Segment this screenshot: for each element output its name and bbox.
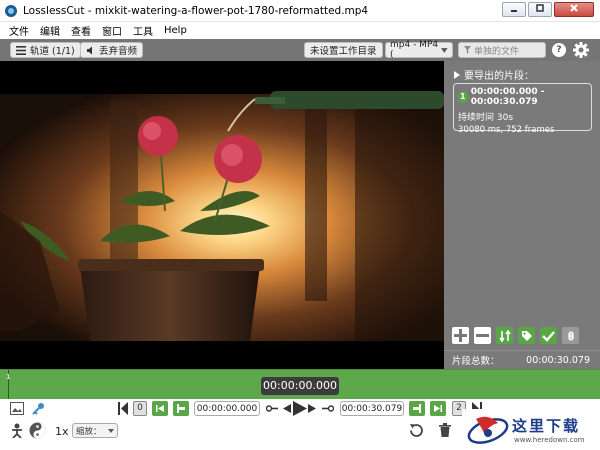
segments-header: 要导出的片段： (454, 67, 534, 82)
current-time-display: 00:00:00.000 (261, 377, 339, 395)
output-filename-input[interactable]: 单独的文件 (458, 42, 546, 58)
cut-end-time-input[interactable]: 00:00:30.079 (340, 401, 404, 416)
menu-view[interactable]: 查看 (71, 23, 91, 38)
remove-segment-button[interactable] (474, 327, 491, 344)
export-selected-button[interactable] (540, 327, 557, 344)
play-icon[interactable] (293, 401, 307, 416)
jump-cut-end-button[interactable] (430, 401, 446, 416)
watermark-text: 这里下载 (512, 417, 581, 435)
jump-cut-start-button[interactable] (152, 401, 168, 416)
close-button[interactable] (554, 2, 594, 17)
video-player[interactable] (0, 61, 444, 369)
key-icon[interactable] (32, 402, 45, 415)
segment-number-badge: 1 (458, 91, 468, 103)
plus-icon (454, 329, 467, 342)
watermark-url: www.heredown.com (514, 436, 585, 444)
minus-icon (476, 334, 489, 337)
reorder-segments-button[interactable] (496, 327, 513, 344)
segment-start-number[interactable]: 0 (133, 401, 147, 416)
tracks-label: 轨道 (1/1) (30, 46, 75, 57)
menu-tools[interactable]: 工具 (133, 23, 153, 38)
discard-audio-label: 丢弃音频 (99, 46, 138, 57)
label-segment-button[interactable] (518, 327, 535, 344)
watermark: 这里下载 www.heredown.com (462, 409, 600, 450)
discard-audio-button[interactable]: 丢弃音频 (80, 42, 144, 58)
link-icon[interactable] (266, 403, 278, 414)
help-button[interactable]: ? (552, 43, 566, 57)
segment-details: 30080 ms, 752 frames (458, 125, 555, 135)
format-value: mp4 - MP4 ( (390, 40, 439, 60)
segments-panel: 要导出的片段： 1 00:00:00.000 - 00:00:30.079 持续… (444, 61, 600, 369)
jump-start-icon[interactable] (118, 402, 128, 415)
chevron-down-icon (441, 47, 448, 53)
settings-gear-icon[interactable] (572, 41, 590, 59)
checkmark-icon (542, 330, 555, 342)
window-controls (502, 2, 594, 17)
segment-tools (452, 327, 579, 344)
app-logo-icon (5, 4, 17, 17)
step-back-icon[interactable] (283, 404, 291, 413)
tracks-button[interactable]: 轨道 (1/1) (10, 42, 81, 58)
yin-yang-icon[interactable] (29, 422, 46, 439)
segment-duration: 持续时间 30s (458, 113, 514, 123)
chevron-right-icon (454, 70, 460, 79)
sort-arrows-icon (498, 329, 511, 342)
total-label: 片段总数： (452, 356, 500, 367)
cut-end-icon (413, 404, 421, 413)
trash-icon[interactable] (439, 423, 451, 437)
cut-start-icon (177, 404, 185, 413)
video-frame-image (0, 91, 444, 341)
add-segment-button[interactable] (452, 327, 469, 344)
working-dir-label: 未设置工作目录 (310, 46, 377, 57)
step-forward-icon[interactable] (308, 404, 316, 413)
title-bar: LosslessCut - mixkit-watering-a-flower-p… (0, 0, 600, 22)
skip-back-icon (156, 405, 164, 412)
segment-item[interactable]: 1 00:00:00.000 - 00:00:30.079 持续时间 30s 3… (453, 83, 592, 135)
segments-header-label: 要导出的片段： (464, 71, 534, 82)
rotate-icon[interactable] (408, 422, 425, 439)
playback-speed[interactable]: 1x (55, 425, 69, 438)
zoom-label: 缩放： (76, 426, 102, 437)
minimize-icon (511, 10, 517, 12)
minimize-button[interactable] (502, 2, 526, 17)
menu-bar: 文件 编辑 查看 窗口 工具 Help (0, 22, 600, 39)
speaker-icon (87, 46, 92, 54)
segment-range: 00:00:00.000 - 00:00:30.079 (470, 87, 545, 107)
output-format-select[interactable]: mp4 - MP4 ( (385, 40, 453, 60)
filename-placeholder: 单独的文件 (474, 46, 520, 57)
working-dir-button[interactable]: 未设置工作目录 (304, 42, 383, 58)
link-end-icon[interactable] (322, 403, 334, 414)
skip-forward-icon (434, 405, 442, 412)
zoom-chevron-down-icon (108, 428, 114, 433)
capture-frame-icon[interactable] (10, 402, 24, 415)
close-icon (570, 4, 578, 12)
segment-settings-button[interactable] (562, 327, 579, 344)
top-toolbar: 轨道 (1/1) 丢弃音频 未设置工作目录 mp4 - MP4 ( 单独的文件 … (0, 39, 600, 61)
zoom-select[interactable]: 缩放： (72, 423, 118, 438)
menu-file[interactable]: 文件 (9, 23, 29, 38)
set-cut-start-button[interactable] (173, 401, 189, 416)
person-icon[interactable] (10, 423, 24, 438)
set-cut-end-button[interactable] (409, 401, 425, 416)
maximize-button[interactable] (528, 2, 552, 17)
menu-edit[interactable]: 编辑 (40, 23, 60, 38)
menu-window[interactable]: 窗口 (102, 23, 122, 38)
window-title: LosslessCut - mixkit-watering-a-flower-p… (23, 4, 369, 17)
cut-start-time-input[interactable]: 00:00:00.000 (194, 401, 260, 416)
watermark-logo-icon (467, 416, 509, 444)
maximize-icon (536, 4, 544, 12)
filter-icon (464, 46, 471, 54)
total-duration: 00:00:30.079 (526, 354, 590, 366)
command-icon (567, 330, 574, 341)
segments-total-row: 片段总数： 00:00:30.079 (444, 350, 600, 369)
list-icon (16, 45, 26, 55)
timeline-segment-marker: 1 (6, 373, 11, 381)
tag-icon (521, 330, 532, 341)
timeline[interactable]: 1 00:00:00.000 (0, 369, 600, 400)
menu-help[interactable]: Help (164, 25, 187, 36)
